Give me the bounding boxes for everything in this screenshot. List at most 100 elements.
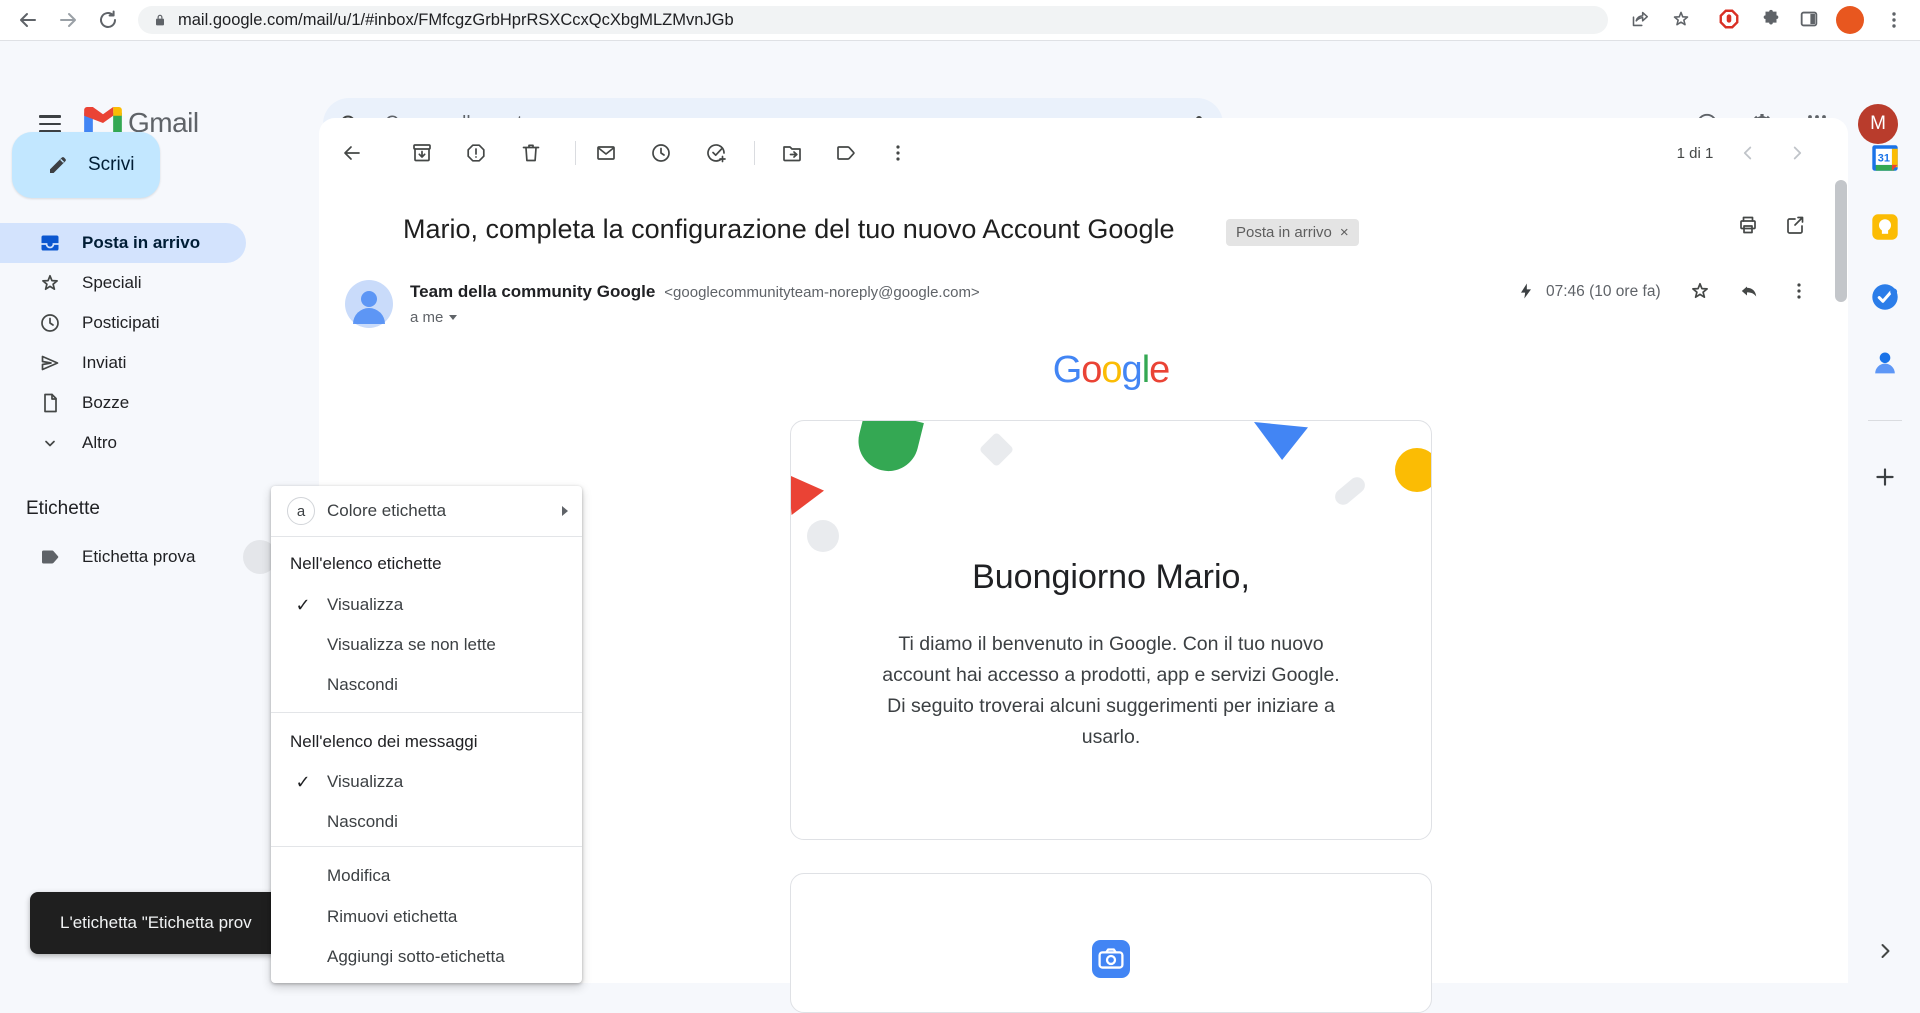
print-icon[interactable] (1736, 213, 1760, 237)
dynamic-email-bolt-icon (1516, 280, 1536, 302)
sidebar-item-label: Etichetta prova (82, 547, 195, 567)
confetti-blue (1254, 422, 1308, 460)
google-logo: Google (791, 349, 1431, 392)
browser-toolbar: mail.google.com/mail/u/1/#inbox/FMfcgzGr… (0, 0, 1920, 41)
send-icon (38, 351, 62, 375)
sender-avatar[interactable] (345, 280, 393, 328)
sidebar-item-snoozed[interactable]: Posticipati (0, 303, 246, 343)
keep-icon[interactable] (1870, 212, 1900, 242)
reply-icon[interactable] (1737, 279, 1761, 303)
star-message-icon[interactable] (1688, 279, 1712, 303)
adblock-extension-icon[interactable] (1718, 8, 1742, 32)
menu-item-show-messages[interactable]: ✓ Visualizza (271, 762, 582, 802)
url-text: mail.google.com/mail/u/1/#inbox/FMfcgzGr… (178, 11, 734, 30)
sidebar-item-starred[interactable]: Speciali (0, 263, 246, 303)
sidebar-item-label-etichetta-prova[interactable]: Etichetta prova (0, 537, 246, 577)
toast-text: L'etichetta "Etichetta prov (60, 913, 252, 933)
newer-email-icon[interactable] (1736, 141, 1760, 165)
menu-item-label: Modifica (327, 866, 390, 886)
get-addons-icon[interactable] (1870, 462, 1900, 492)
svg-text:31: 31 (1878, 152, 1890, 164)
browser-menu-icon[interactable] (1882, 8, 1906, 32)
label-icon[interactable] (834, 141, 858, 165)
menu-item-hide-messages[interactable]: Nascondi (271, 802, 582, 842)
snooze-icon[interactable] (649, 141, 673, 165)
side-panel-toggle-icon[interactable] (1798, 8, 1822, 32)
menu-item-label: Visualizza (327, 595, 403, 615)
report-spam-icon[interactable] (464, 141, 488, 165)
contacts-icon[interactable] (1870, 348, 1900, 378)
lock-icon (152, 12, 168, 28)
sidebar-item-drafts[interactable]: Bozze (0, 383, 246, 423)
body-paragraph-1: Ti diamo il benvenuto in Google. Con il … (880, 629, 1342, 691)
label-tag-icon (38, 545, 62, 569)
menu-item-label-color[interactable]: a Colore etichetta (271, 489, 582, 533)
browser-profile-avatar[interactable] (1836, 6, 1864, 34)
gmail-header: Gmail ? M (0, 41, 1920, 118)
menu-section-title: Nell'elenco etichette (290, 554, 442, 574)
remove-chip-icon[interactable]: × (1340, 224, 1349, 241)
compose-label: Scrivi (88, 154, 134, 176)
archive-icon[interactable] (410, 141, 434, 165)
back-to-inbox-icon[interactable] (340, 141, 364, 165)
menu-item-remove-label[interactable]: Rimuovi etichetta (271, 897, 582, 937)
compose-button[interactable]: Scrivi (12, 132, 160, 198)
extensions-puzzle-icon[interactable] (1760, 8, 1784, 32)
account-avatar[interactable]: M (1858, 104, 1898, 144)
confetti-green (852, 420, 924, 477)
sidebar-item-label: Altro (82, 433, 117, 453)
bookmark-star-icon[interactable] (1670, 8, 1694, 32)
confetti-gray-circle (807, 520, 839, 552)
delete-icon[interactable] (519, 141, 543, 165)
menu-item-show[interactable]: ✓ Visualizza (271, 585, 582, 625)
toolbar-divider (754, 141, 755, 165)
message-more-icon[interactable] (1787, 279, 1811, 303)
sidebar-item-inbox[interactable]: Posta in arrivo (0, 223, 246, 263)
menu-item-edit[interactable]: Modifica (271, 856, 582, 896)
body-paragraph-2: Di seguito troverai alcuni suggerimenti … (880, 691, 1342, 753)
camera-icon (1092, 940, 1130, 978)
move-to-icon[interactable] (780, 141, 804, 165)
tasks-icon[interactable] (1870, 282, 1900, 312)
browser-reload-icon[interactable] (96, 8, 120, 32)
labels-section-title: Etichette (26, 498, 100, 520)
add-to-tasks-icon[interactable] (704, 141, 728, 165)
open-in-new-icon[interactable] (1783, 213, 1807, 237)
sidebar-item-label: Posticipati (82, 313, 159, 333)
menu-divider (271, 536, 582, 537)
pagination-count: 1 di 1 (1660, 145, 1730, 162)
calendar-icon[interactable]: 31 (1870, 143, 1900, 173)
older-email-icon[interactable] (1785, 141, 1809, 165)
address-bar[interactable]: mail.google.com/mail/u/1/#inbox/FMfcgzGr… (138, 6, 1608, 34)
sidebar-item-sent[interactable]: Inviati (0, 343, 246, 383)
share-icon[interactable] (1628, 8, 1652, 32)
scrollbar[interactable] (1835, 180, 1847, 302)
menu-item-show-if-unread[interactable]: Visualizza se non lette (271, 625, 582, 665)
inbox-chip[interactable]: Posta in arrivo × (1226, 219, 1359, 246)
menu-section-title: Nell'elenco dei messaggi (290, 732, 478, 752)
sender-email: <googlecommunityteam-noreply@google.com> (664, 284, 979, 301)
pencil-icon (46, 153, 70, 177)
sidebar-item-label: Bozze (82, 393, 129, 413)
menu-item-hide[interactable]: Nascondi (271, 665, 582, 705)
menu-item-label: Visualizza se non lette (327, 635, 496, 655)
more-options-icon[interactable] (886, 141, 910, 165)
browser-forward-icon[interactable] (56, 8, 80, 32)
email-subject: Mario, completa la configurazione del tu… (403, 214, 1174, 245)
recipient-toggle[interactable]: a me (410, 309, 457, 326)
menu-item-add-sublabel[interactable]: Aggiungi sotto-etichetta (271, 937, 582, 977)
sidebar-item-more[interactable]: Altro (0, 423, 246, 463)
suggestion-card (790, 873, 1432, 1013)
star-icon (38, 271, 62, 295)
menu-divider (271, 712, 582, 713)
show-side-panel-icon[interactable] (1870, 936, 1900, 966)
menu-item-label: Rimuovi etichetta (327, 907, 457, 927)
browser-back-icon[interactable] (16, 8, 40, 32)
submenu-arrow-icon (562, 506, 568, 516)
menu-item-label: Visualizza (327, 772, 403, 792)
chevron-down-icon (38, 431, 62, 455)
confetti-gray-diamond (979, 432, 1014, 467)
mark-unread-icon[interactable] (594, 141, 618, 165)
email-greeting: Buongiorno Mario, (790, 558, 1432, 597)
menu-item-label: Nascondi (327, 812, 398, 832)
